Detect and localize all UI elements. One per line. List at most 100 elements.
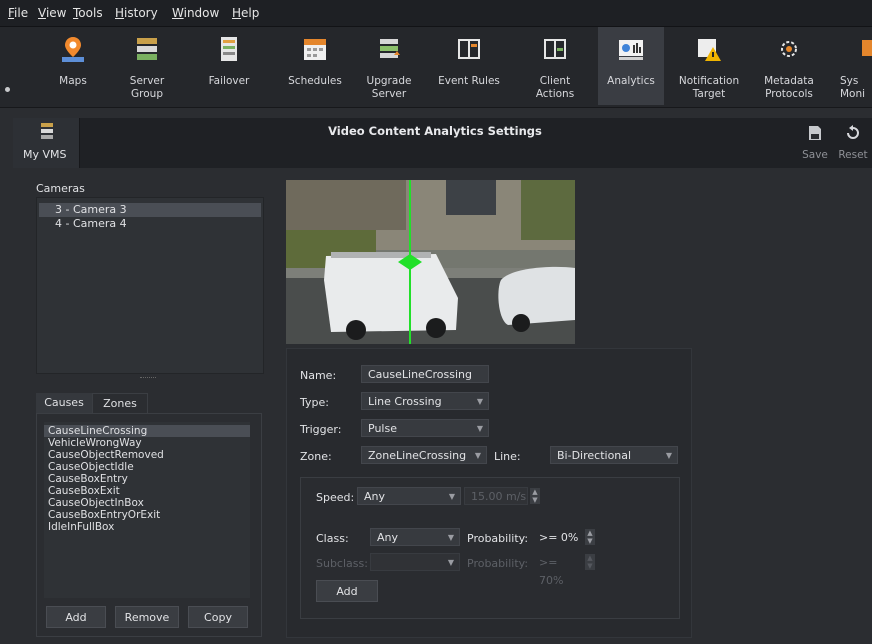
save-icon <box>809 126 821 140</box>
trigger-select[interactable]: Pulse ▼ <box>361 419 489 437</box>
save-label: Save <box>802 149 828 161</box>
cameras-label: Cameras <box>36 182 85 195</box>
chevron-down-icon: ▼ <box>476 397 483 406</box>
panel-splitter[interactable] <box>140 377 156 382</box>
ribbon-label: Event Rules <box>438 75 500 87</box>
ribbon-label: Client Actions <box>535 75 575 100</box>
list-item[interactable]: CauseObjectRemoved <box>44 449 250 461</box>
tab-causes[interactable]: Causes <box>36 393 92 413</box>
server-icon <box>41 123 53 139</box>
causes-list[interactable]: CauseLineCrossing VehicleWrongWay CauseO… <box>44 422 250 598</box>
menu-help[interactable]: Help <box>232 6 259 20</box>
client-actions-icon <box>544 39 566 59</box>
ribbon-failover-button[interactable]: Failover <box>196 27 262 105</box>
speed-label: Speed: <box>316 491 355 504</box>
ribbon-event-rules-button[interactable]: Event Rules <box>436 27 502 105</box>
ribbon-schedules-button[interactable]: Schedules <box>282 27 348 105</box>
speed-amount: 15.00 m/s <box>471 490 527 503</box>
save-button[interactable]: Save <box>795 123 835 167</box>
subclass-label: Subclass: <box>316 557 368 570</box>
probability-spinner[interactable]: ▲ ▼ <box>585 529 595 545</box>
event-rules-icon <box>458 39 480 59</box>
menu-file[interactable]: File <box>8 6 28 20</box>
subclass-select[interactable]: ▼ <box>370 553 460 571</box>
ribbon-dot-icon <box>5 87 10 92</box>
zone-value: ZoneLineCrossing <box>368 449 467 462</box>
chevron-down-icon: ▼ <box>447 533 454 542</box>
type-select[interactable]: Line Crossing ▼ <box>361 392 489 410</box>
failover-icon <box>221 37 237 61</box>
class-select[interactable]: Any ▼ <box>370 528 460 546</box>
line-value: Bi-Directional <box>557 449 632 462</box>
analytics-icon <box>619 40 643 60</box>
camera-frame-image <box>286 180 575 344</box>
ribbon-label: Maps <box>59 75 87 87</box>
probability-field[interactable]: >= 0% <box>532 528 582 546</box>
reset-label: Reset <box>838 149 868 161</box>
ribbon-label: Notification Target <box>678 75 740 100</box>
type-label: Type: <box>300 396 329 409</box>
camera-preview[interactable] <box>286 180 575 344</box>
speed-select[interactable]: Any ▼ <box>357 487 461 505</box>
class-label: Class: <box>316 532 349 545</box>
chevron-down-icon: ▼ <box>476 424 483 433</box>
sub-probability-spinner[interactable]: ▲ ▼ <box>585 554 595 570</box>
class-value: Any <box>377 531 399 544</box>
speed-value: Any <box>364 490 386 503</box>
ribbon-label: Analytics <box>607 75 655 87</box>
reset-button[interactable]: Reset <box>833 123 872 167</box>
menu-tools[interactable]: Tools <box>73 6 103 20</box>
list-item[interactable]: VehicleWrongWay <box>44 437 250 449</box>
ribbon-maps-button[interactable]: Maps <box>40 27 106 105</box>
ribbon-label: Metadata Protocols <box>764 75 814 100</box>
list-item[interactable]: CauseObjectInBox <box>44 497 250 509</box>
speed-amount-field[interactable]: 15.00 m/s <box>464 487 528 505</box>
tab-zones[interactable]: Zones <box>92 393 148 414</box>
list-item[interactable]: CauseBoxEntry <box>44 473 250 485</box>
ribbon-client-actions-button[interactable]: Client Actions <box>522 27 588 105</box>
line-select[interactable]: Bi-Directional ▼ <box>550 446 678 464</box>
menu-view[interactable]: View <box>38 6 66 20</box>
trigger-value: Pulse <box>368 422 397 435</box>
name-label: Name: <box>300 369 337 382</box>
camera-list[interactable]: 3 - Camera 3 4 - Camera 4 <box>36 197 264 374</box>
add-filter-button[interactable]: Add <box>316 580 378 602</box>
my-vms-tab[interactable]: My VMS <box>13 118 80 168</box>
chevron-down-icon: ▼ <box>448 492 455 501</box>
list-item[interactable]: CauseBoxExit <box>44 485 250 497</box>
list-item[interactable]: CauseLineCrossing <box>44 425 250 437</box>
list-item[interactable]: IdleInFullBox <box>44 521 250 533</box>
camera-item[interactable]: 3 - Camera 3 <box>39 203 261 217</box>
ribbon-toolbar: Maps Server Group Failover Schedules Upg… <box>0 27 872 108</box>
chevron-down-icon: ▼ <box>447 558 454 567</box>
ribbon-metadata-protocols-button[interactable]: Metadata Protocols <box>756 27 822 105</box>
ribbon-system-monitor-button[interactable]: Sys Moni <box>830 27 872 105</box>
camera-item[interactable]: 4 - Camera 4 <box>39 217 261 231</box>
sub-probability-label: Probability: <box>467 557 529 570</box>
menu-history[interactable]: History <box>115 6 158 20</box>
system-monitor-icon <box>862 40 872 56</box>
reset-icon <box>847 125 859 139</box>
calendar-icon <box>304 39 326 60</box>
trigger-label: Trigger: <box>300 423 342 436</box>
remove-cause-button[interactable]: Remove <box>115 606 179 628</box>
ribbon-analytics-button[interactable]: Analytics <box>598 27 664 105</box>
ribbon-label: Upgrade Server <box>366 75 412 100</box>
ribbon-label: Sys Moni <box>840 75 866 100</box>
name-field[interactable]: CauseLineCrossing <box>361 365 489 383</box>
upgrade-server-icon <box>380 39 400 58</box>
sub-probability-field[interactable]: >= 70% <box>532 553 582 587</box>
speed-spinner[interactable]: ▲ ▼ <box>530 488 540 504</box>
list-item[interactable]: CauseObjectIdle <box>44 461 250 473</box>
ribbon-server-group-button[interactable]: Server Group <box>114 27 180 105</box>
zone-select[interactable]: ZoneLineCrossing ▼ <box>361 446 487 464</box>
menu-bar: File View Tools History Window Help <box>0 0 872 27</box>
ribbon-notification-target-button[interactable]: Notification Target <box>676 27 742 105</box>
ribbon-upgrade-server-button[interactable]: Upgrade Server <box>356 27 422 105</box>
list-item[interactable]: CauseBoxEntryOrExit <box>44 509 250 521</box>
menu-window[interactable]: Window <box>172 6 219 20</box>
add-cause-button[interactable]: Add <box>46 606 106 628</box>
copy-cause-button[interactable]: Copy <box>188 606 248 628</box>
probability-label: Probability: <box>467 532 529 545</box>
zone-label: Zone: <box>300 450 332 463</box>
